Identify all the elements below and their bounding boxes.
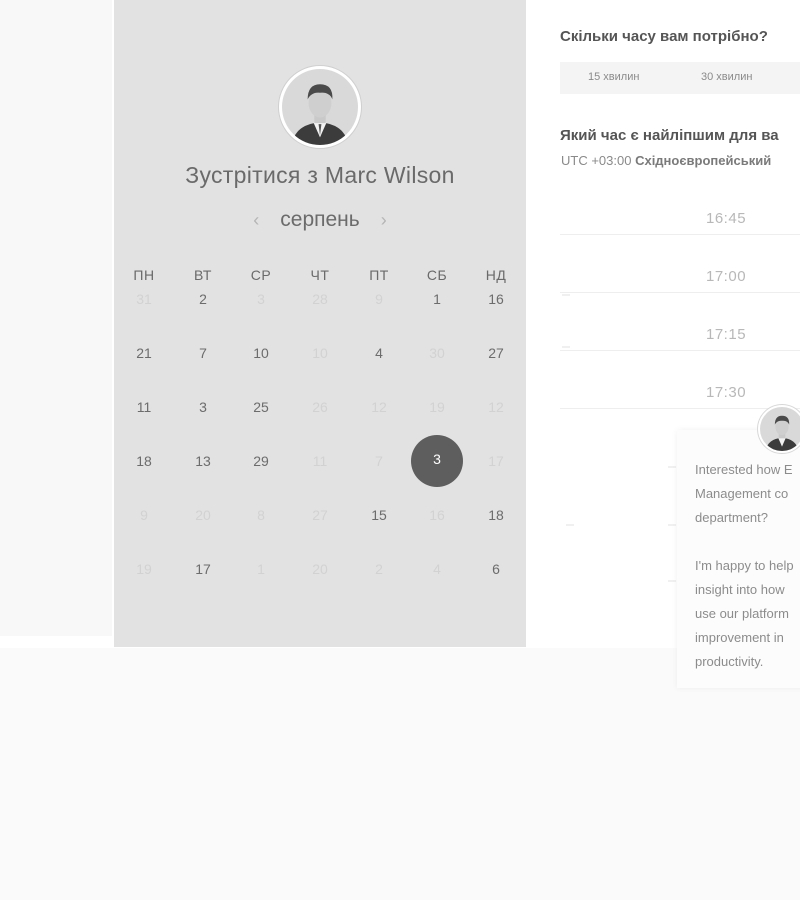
day-cell-unavailable: 2	[375, 561, 383, 577]
day-cell-unavailable: 26	[312, 399, 328, 415]
day-cell[interactable]: 29	[232, 449, 290, 473]
calendar-panel: Зустрітися з Marc Wilson ‹ серпень › ПН …	[114, 0, 526, 647]
timezone-name: Східноєвропейський	[635, 153, 772, 168]
day-cell[interactable]: 21	[115, 341, 173, 365]
divider	[560, 350, 800, 351]
timezone-label[interactable]: UTC +03:00 Східноєвропейський	[561, 153, 771, 168]
day-cell[interactable]: 4	[350, 341, 408, 365]
day-cell[interactable]: 17	[174, 557, 232, 581]
faint-mark	[668, 466, 676, 468]
day-cell-unavailable: 4	[433, 561, 441, 577]
day-cell-unavailable: 1	[257, 561, 265, 577]
time-slot[interactable]: 17:30	[560, 370, 800, 418]
duration-selector: 15 хвилин 30 хвилин	[560, 62, 800, 94]
day-cell[interactable]: 3	[174, 395, 232, 419]
day-cell-unavailable: 31	[136, 291, 152, 307]
day-cell-unavailable: 12	[371, 399, 387, 415]
day-cell[interactable]: 13	[174, 449, 232, 473]
day-cell[interactable]: 2	[174, 287, 232, 311]
day-cell-unavailable: 28	[312, 291, 328, 307]
timezone-offset: UTC +03:00	[561, 153, 632, 168]
day-cell[interactable]: 6	[467, 557, 525, 581]
day-cell[interactable]: 18	[115, 449, 173, 473]
day-cell-unavailable: 19	[429, 399, 445, 415]
day-cell-unavailable: 9	[375, 291, 383, 307]
day-cell[interactable]: 18	[467, 503, 525, 527]
duration-option-15[interactable]: 15 хвилин	[588, 71, 639, 83]
day-cell-unavailable: 30	[429, 345, 445, 361]
day-cell-unavailable: 20	[312, 561, 328, 577]
day-cell[interactable]: 16	[467, 287, 525, 311]
day-cell-unavailable: 11	[312, 453, 328, 469]
day-cell[interactable]: 1	[408, 287, 466, 311]
time-slot[interactable]: 16:45	[560, 196, 800, 244]
faint-mark	[566, 524, 574, 526]
left-blank-column	[0, 0, 112, 636]
time-slot-label: 17:15	[706, 326, 747, 343]
divider	[560, 292, 800, 293]
chat-avatar-icon	[758, 405, 800, 453]
day-grid: 31 2 3 28 9 1 16 21 7 10 10 4 30 27 11 3 25 26 12 19 12 18 13 2…	[114, 0, 526, 647]
time-question: Який час є найліпшим для ва	[560, 127, 779, 144]
duration-question: Скільки часу вам потрібно?	[560, 28, 768, 45]
day-cell-unavailable: 7	[375, 453, 383, 469]
time-slot-label: 16:45	[706, 210, 747, 227]
day-cell-unavailable: 27	[312, 507, 328, 523]
day-cell-unavailable: 8	[257, 507, 265, 523]
divider	[560, 408, 800, 409]
day-cell-unavailable: 3	[257, 291, 265, 307]
faint-mark	[562, 294, 570, 296]
day-cell-unavailable: 16	[429, 507, 445, 523]
day-cell-unavailable: 9	[140, 507, 148, 523]
day-cell[interactable]: 25	[232, 395, 290, 419]
day-cell-unavailable: 10	[312, 345, 328, 361]
day-cell-unavailable: 12	[488, 399, 504, 415]
day-cell[interactable]: 11	[115, 395, 173, 419]
chat-message: Interested how E Management co departmen…	[695, 462, 794, 669]
day-cell[interactable]: 10	[232, 341, 290, 365]
duration-option-30[interactable]: 30 хвилин	[701, 71, 752, 83]
time-slot[interactable]: 17:15	[560, 312, 800, 360]
day-cell-unavailable: 19	[136, 561, 152, 577]
faint-mark	[668, 580, 676, 582]
time-slot-label: 17:00	[706, 268, 747, 285]
day-cell[interactable]: 15	[350, 503, 408, 527]
day-cell[interactable]: 27	[467, 341, 525, 365]
faint-mark	[562, 346, 570, 348]
day-cell-unavailable: 17	[488, 453, 504, 469]
time-slot[interactable]: 17:00	[560, 254, 800, 302]
faint-mark	[668, 524, 676, 526]
divider	[560, 234, 800, 235]
day-cell[interactable]: 7	[174, 341, 232, 365]
selected-day[interactable]: 3	[411, 435, 463, 487]
time-slot-label: 17:30	[706, 384, 747, 401]
day-cell-unavailable: 20	[195, 507, 211, 523]
